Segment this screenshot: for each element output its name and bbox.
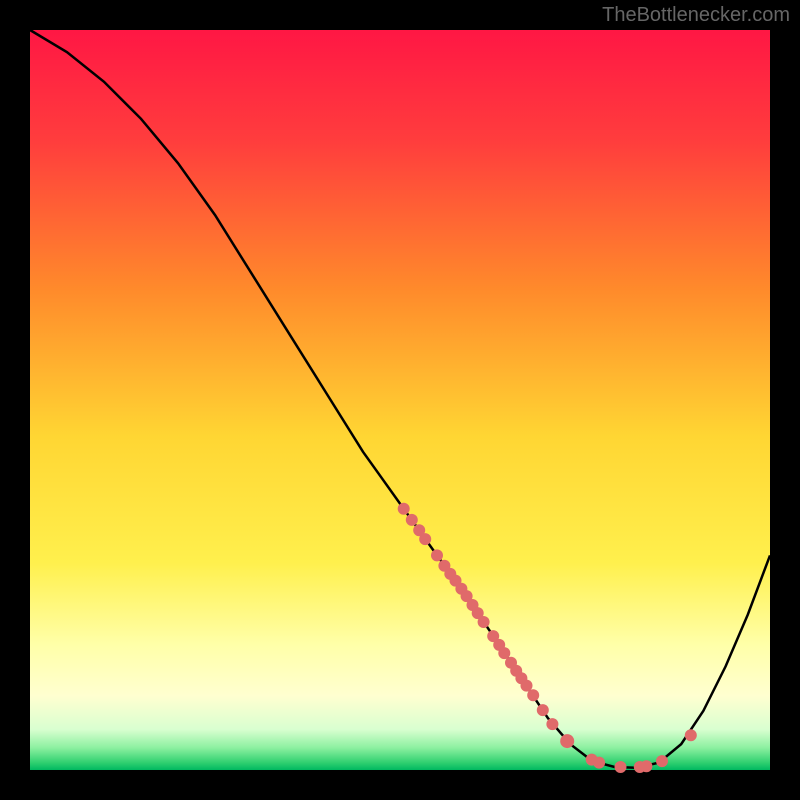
data-marker bbox=[406, 514, 418, 526]
data-marker bbox=[419, 533, 431, 545]
data-marker bbox=[615, 761, 627, 773]
data-marker bbox=[527, 689, 539, 701]
bottleneck-curve-chart bbox=[0, 0, 800, 800]
data-marker bbox=[656, 755, 668, 767]
data-marker bbox=[478, 616, 490, 628]
plot-background bbox=[30, 30, 770, 770]
data-marker bbox=[593, 757, 605, 769]
data-marker bbox=[546, 718, 558, 730]
data-marker bbox=[560, 734, 574, 748]
data-marker bbox=[537, 704, 549, 716]
chart-container: TheBottlenecker.com bbox=[0, 0, 800, 800]
data-marker bbox=[398, 503, 410, 515]
data-marker bbox=[640, 760, 652, 772]
data-marker bbox=[521, 680, 533, 692]
data-marker bbox=[431, 549, 443, 561]
watermark-text: TheBottlenecker.com bbox=[602, 4, 790, 27]
data-marker bbox=[685, 729, 697, 741]
